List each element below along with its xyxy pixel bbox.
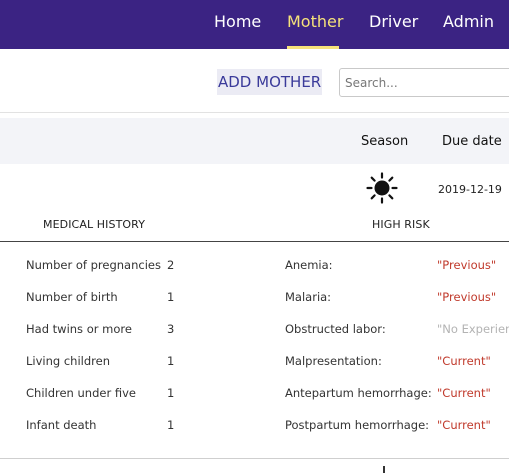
history-label: Children under five [26, 386, 136, 400]
high-risk-title: HIGH RISK [372, 218, 430, 231]
sun-icon [366, 172, 398, 204]
risk-status: "Previous" [437, 290, 497, 304]
risk-status: "Current" [437, 386, 491, 400]
history-label: Living children [26, 354, 110, 368]
risk-label: Postpartum hemorrhage: [285, 418, 430, 432]
due-date-value: 2019-12-19 [438, 183, 502, 196]
nav-admin[interactable]: Admin [443, 12, 494, 32]
bottom-divider [0, 458, 509, 459]
risk-label: Malpresentation: [285, 354, 382, 368]
risk-label: Malaria: [285, 290, 332, 304]
top-navbar: Home Mother Driver Admin [0, 0, 509, 50]
section-divider [0, 241, 509, 242]
search-input[interactable] [339, 68, 509, 97]
nav-driver[interactable]: Driver [369, 12, 418, 32]
risk-status: "Current" [437, 418, 491, 432]
history-label: Had twins or more [26, 322, 132, 336]
season-column-header[interactable]: Season [361, 134, 408, 149]
table-header: Season Due date [0, 118, 509, 164]
nav-mother[interactable]: Mother [287, 12, 343, 32]
risk-label: Anemia: [285, 258, 333, 272]
risk-label: Antepartum hemorrhage: [285, 386, 432, 400]
risk-label: Obstructed labor: [285, 322, 386, 336]
history-label: Number of pregnancies [26, 258, 161, 272]
risk-status: "Current" [437, 354, 491, 368]
risk-status: "No Experience" [437, 322, 509, 336]
history-label: Infant death [26, 418, 97, 432]
history-value: 1 [167, 290, 175, 304]
history-value: 2 [167, 258, 175, 272]
toolbar: ADD MOTHER [0, 49, 509, 113]
history-value: 1 [167, 418, 175, 432]
nav-home[interactable]: Home [214, 12, 261, 32]
risk-status: "Previous" [437, 258, 497, 272]
history-value: 3 [167, 322, 175, 336]
medical-history-title: MEDICAL HISTORY [43, 218, 146, 231]
due-date-column-header[interactable]: Due date [442, 134, 502, 149]
history-value: 1 [167, 354, 175, 368]
history-value: 1 [167, 386, 175, 400]
next-row-mark [383, 466, 385, 473]
history-label: Number of birth [26, 290, 118, 304]
add-mother-button[interactable]: ADD MOTHER [217, 69, 323, 95]
